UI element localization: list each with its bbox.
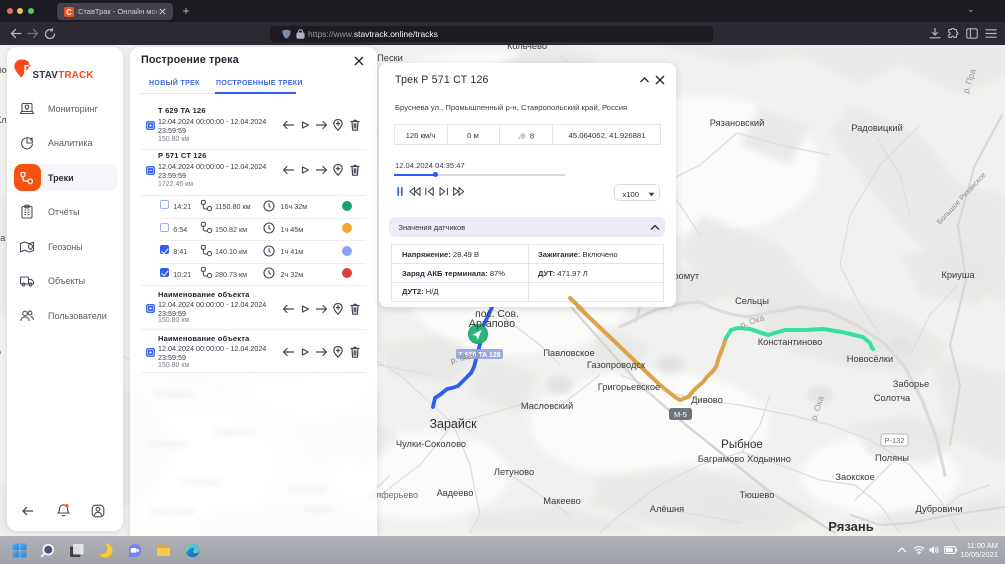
svg-text:Новосёлки: Новосёлки <box>847 354 893 364</box>
svg-text:Алферьево: Алферьево <box>370 490 418 500</box>
svg-text:Аргапово: Аргапово <box>469 318 515 330</box>
svg-text:Рыбное: Рыбное <box>721 439 763 451</box>
svg-text:Криуша: Криуша <box>941 270 975 280</box>
svg-text:Авдеево: Авдеево <box>437 488 474 498</box>
svg-text:Чулки-Соколово: Чулки-Соколово <box>396 439 466 449</box>
svg-text:во: во <box>0 65 7 75</box>
svg-text:Сельцы: Сельцы <box>735 296 769 306</box>
svg-text:ма: ма <box>0 233 5 243</box>
svg-text:Газопроводск: Газопроводск <box>587 360 646 370</box>
svg-text:Радовицкий: Радовицкий <box>851 123 903 133</box>
svg-text:STAV: STAV <box>32 70 58 81</box>
svg-text:Кл: Кл <box>0 115 7 125</box>
svg-text:М-5: М-5 <box>674 410 687 419</box>
svg-text:Макеево: Макеево <box>543 496 581 506</box>
svg-text:Пески: Пески <box>377 53 403 63</box>
svg-text:Григорьевское: Григорьевское <box>598 382 660 392</box>
svg-text:Дивово: Дивово <box>691 395 723 405</box>
svg-text:Рязань: Рязань <box>828 519 873 534</box>
svg-text:Тюшево: Тюшево <box>740 490 775 500</box>
svg-text:Масловский: Масловский <box>521 401 573 411</box>
svg-text:Константиново: Константиново <box>758 337 823 347</box>
svg-text:Павловское: Павловское <box>543 348 594 358</box>
svg-text:Летуново: Летуново <box>494 467 534 477</box>
svg-text:Заокское: Заокское <box>835 472 874 482</box>
svg-text:Дубровичи: Дубровичи <box>915 504 962 514</box>
svg-text:Рязановский: Рязановский <box>710 118 765 128</box>
svg-text:Ходынино: Ходынино <box>747 454 791 464</box>
svg-text:Солотча: Солотча <box>874 393 911 403</box>
svg-text:Зарайск: Зарайск <box>429 417 477 431</box>
svg-text:Поляны: Поляны <box>875 453 909 463</box>
svg-text:Кольчево: Кольчево <box>507 45 547 51</box>
svg-text:Алёшня: Алёшня <box>650 504 684 514</box>
svg-text:Р-132: Р-132 <box>884 436 904 445</box>
svg-text:Заборье: Заборье <box>893 379 929 389</box>
svg-text:Баграмово: Баграмово <box>698 454 745 464</box>
svg-text:о: о <box>0 347 1 357</box>
svg-text:TRACK: TRACK <box>58 70 93 81</box>
